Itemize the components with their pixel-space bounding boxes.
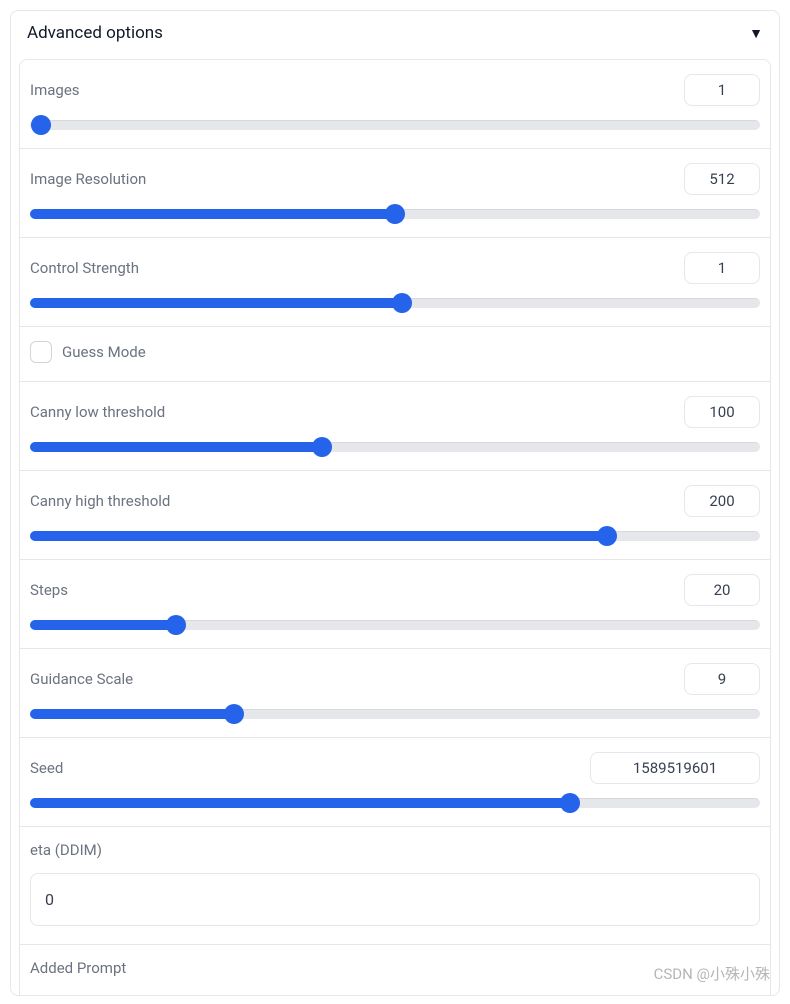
guess-mode-label: Guess Mode [62,343,146,361]
guidance-slider[interactable] [30,709,760,719]
control-strength-slider[interactable] [30,298,760,308]
guidance-control: Guidance Scale 9 [19,649,771,738]
panel-header-toggle[interactable]: Advanced options ▼ [11,11,779,59]
steps-value-input[interactable]: 20 [684,574,760,606]
advanced-options-panel: Advanced options ▼ Images 1 Image Resolu… [10,10,780,996]
canny-low-label: Canny low threshold [30,403,165,421]
added-prompt-label: Added Prompt [30,959,760,977]
canny-low-slider-thumb[interactable] [312,437,332,457]
image-resolution-slider-fill [30,209,395,219]
control-strength-value-input[interactable]: 1 [684,252,760,284]
image-resolution-value-input[interactable]: 512 [684,163,760,195]
seed-control: Seed 1589519601 [19,738,771,827]
eta-label: eta (DDIM) [30,841,760,859]
guidance-slider-fill [30,709,234,719]
control-strength-label: Control Strength [30,259,139,277]
control-strength-slider-fill [30,298,402,308]
panel-title: Advanced options [27,23,163,43]
guess-mode-control: Guess Mode [19,327,771,382]
guidance-slider-thumb[interactable] [224,704,244,724]
guidance-label: Guidance Scale [30,670,133,688]
added-prompt-control: Added Prompt [19,945,771,995]
canny-high-slider-thumb[interactable] [597,526,617,546]
image-resolution-slider[interactable] [30,209,760,219]
steps-control: Steps 20 [19,560,771,649]
image-resolution-slider-thumb[interactable] [385,204,405,224]
seed-label: Seed [30,759,63,777]
canny-high-label: Canny high threshold [30,492,170,510]
steps-label: Steps [30,581,68,599]
steps-slider-fill [30,620,176,630]
canny-high-slider-fill [30,531,607,541]
canny-low-value-input[interactable]: 100 [684,396,760,428]
canny-high-slider[interactable] [30,531,760,541]
canny-low-control: Canny low threshold 100 [19,382,771,471]
canny-high-control: Canny high threshold 200 [19,471,771,560]
images-label: Images [30,81,80,99]
control-strength-control: Control Strength 1 [19,238,771,327]
canny-low-slider[interactable] [30,442,760,452]
images-control: Images 1 [19,59,771,149]
seed-slider-thumb[interactable] [560,793,580,813]
canny-high-value-input[interactable]: 200 [684,485,760,517]
control-strength-slider-thumb[interactable] [392,293,412,313]
seed-slider[interactable] [30,798,760,808]
seed-value-input[interactable]: 1589519601 [590,752,760,784]
images-value-input[interactable]: 1 [684,74,760,106]
image-resolution-label: Image Resolution [30,170,146,188]
images-slider-thumb[interactable] [31,115,51,135]
steps-slider[interactable] [30,620,760,630]
chevron-down-icon: ▼ [749,25,763,42]
guess-mode-checkbox[interactable] [30,341,52,363]
image-resolution-control: Image Resolution 512 [19,149,771,238]
guidance-value-input[interactable]: 9 [684,663,760,695]
canny-low-slider-fill [30,442,322,452]
eta-control: eta (DDIM) [19,827,771,945]
eta-input[interactable] [30,873,760,926]
steps-slider-thumb[interactable] [166,615,186,635]
controls-container: Images 1 Image Resolution 512 Control St… [11,59,779,995]
seed-slider-fill [30,798,570,808]
images-slider[interactable] [30,120,760,130]
